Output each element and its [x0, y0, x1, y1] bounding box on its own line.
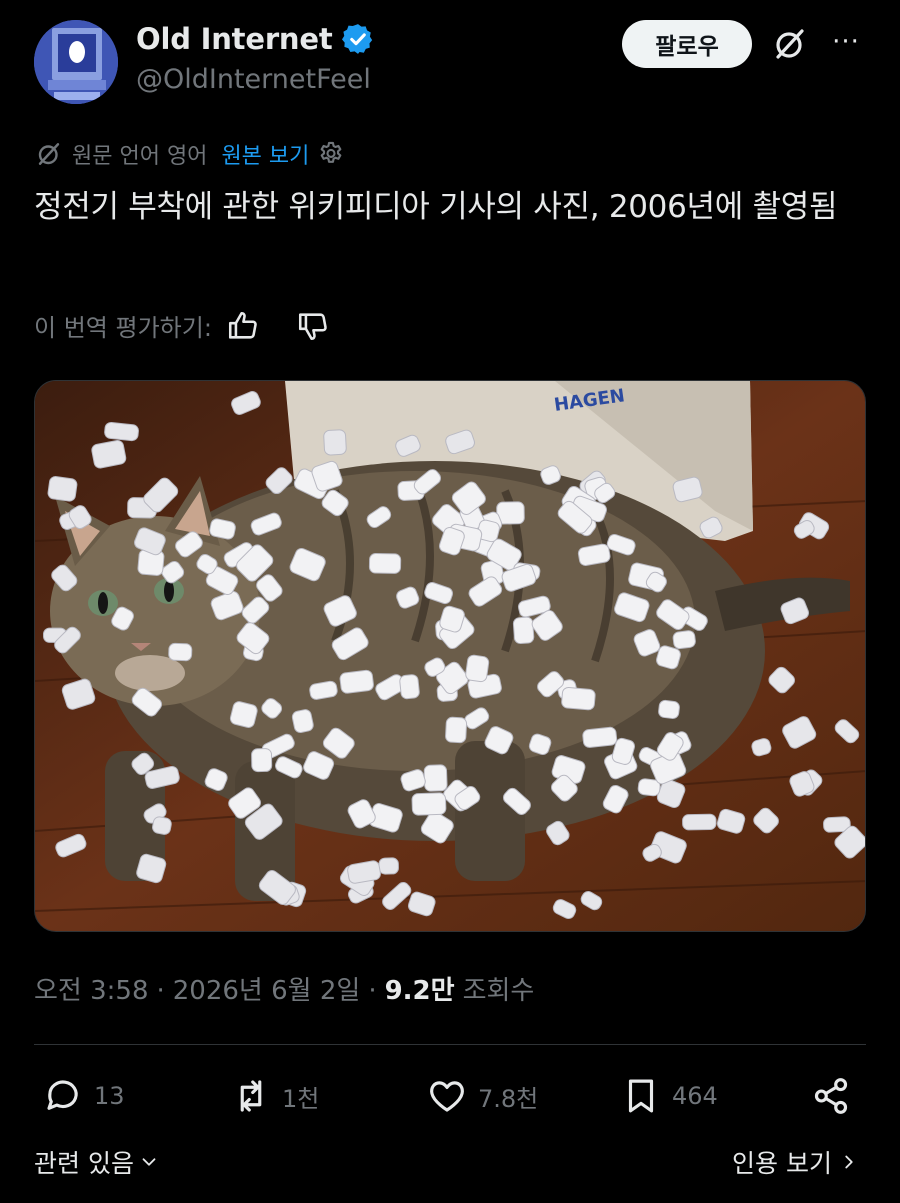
tweet-text: 정전기 부착에 관한 위키피디아 기사의 사진, 2006년에 촬영됨: [34, 189, 838, 225]
author-display-name[interactable]: Old Internet: [136, 22, 333, 56]
meta-separator: ·: [156, 976, 165, 1006]
rate-translation-row: 이 번역 평가하기:: [34, 308, 330, 343]
packing-peanut: [561, 687, 596, 711]
packing-peanut: [445, 716, 468, 744]
bookmark-icon: [628, 1079, 654, 1113]
packing-peanut: [339, 669, 374, 694]
author-name-row[interactable]: Old Internet: [136, 22, 375, 56]
author-handle[interactable]: @OldInternetFeel: [136, 64, 371, 95]
quotes-label: 인용 보기: [732, 1149, 832, 1178]
tweet-photo[interactable]: HAGEN: [34, 380, 866, 932]
packing-peanut: [399, 674, 420, 700]
packing-peanut: [411, 792, 447, 816]
like-count: 7.8천: [478, 1084, 539, 1113]
grok-button[interactable]: [770, 24, 810, 64]
packing-peanut: [465, 654, 490, 683]
packing-peanut: [423, 764, 448, 792]
repost-count: 1천: [282, 1084, 320, 1113]
verified-badge-icon: [341, 24, 372, 54]
related-toggle[interactable]: 관련 있음: [34, 1144, 160, 1180]
grok-translate-icon: [38, 143, 60, 165]
like-button[interactable]: 7.8천: [426, 1072, 538, 1120]
bookmark-button[interactable]: 464: [620, 1072, 718, 1120]
reply-count: 13: [94, 1082, 125, 1110]
reply-icon: [47, 1080, 78, 1110]
packing-peanut: [168, 642, 193, 662]
related-label: 관련 있음: [34, 1149, 134, 1178]
grok-icon: [776, 29, 804, 59]
thumbs-up-icon[interactable]: [226, 309, 260, 343]
tweet-time[interactable]: 오전 3:58: [34, 970, 149, 1007]
views-count: 9.2만: [384, 976, 455, 1006]
avatar[interactable]: [34, 20, 118, 104]
packing-peanut: [582, 726, 618, 748]
follow-button[interactable]: 팔로우: [622, 20, 752, 68]
packing-peanut: [251, 748, 273, 773]
rate-translation-label: 이 번역 평가하기:: [34, 314, 212, 342]
cat-with-packing-peanuts-photo: HAGEN: [35, 381, 865, 931]
heart-icon: [430, 1081, 464, 1112]
share-button[interactable]: [810, 1072, 852, 1120]
packing-peanut: [104, 421, 139, 442]
repost-button[interactable]: 1천: [230, 1072, 319, 1120]
views-label: 조회수: [462, 976, 535, 1006]
gear-icon[interactable]: [317, 140, 345, 168]
tweet-meta: 오전 3:58 · 2026년 6월 2일 · 9.2만 조회수: [34, 970, 534, 1007]
packing-peanut: [47, 476, 78, 502]
translation-note-row: 원문 언어 영어 원본 보기: [34, 138, 345, 170]
action-bar: 13 1천 7.8천 464: [34, 1072, 866, 1122]
packing-peanut: [378, 857, 399, 875]
packing-peanut: [323, 429, 347, 456]
tweet-date[interactable]: 2026년 6월 2일: [173, 970, 361, 1007]
packing-peanut: [682, 813, 717, 831]
packing-peanut: [672, 630, 696, 650]
reply-button[interactable]: 13: [42, 1072, 125, 1120]
packing-peanut: [368, 553, 402, 574]
chevron-down-icon: [142, 1158, 156, 1166]
divider: [34, 1044, 866, 1045]
packing-peanut: [658, 699, 680, 719]
retro-computer-avatar-icon: [34, 20, 118, 104]
tweet-detail-page: Old Internet @OldInternetFeel 팔로우 ··· 원문…: [0, 0, 900, 1203]
repost-icon: [240, 1080, 262, 1112]
show-original-link[interactable]: 원본 보기: [221, 138, 309, 170]
translation-source-note: 원문 언어 영어: [72, 144, 208, 169]
meta-separator: ·: [368, 976, 377, 1006]
share-icon: [814, 1078, 848, 1114]
thumbs-down-icon[interactable]: [296, 309, 330, 343]
more-options-button[interactable]: ···: [826, 24, 866, 64]
chevron-right-icon: [845, 1155, 853, 1169]
bookmark-count: 464: [672, 1082, 718, 1110]
packing-peanut: [512, 616, 535, 645]
view-quotes-link[interactable]: 인용 보기: [732, 1144, 860, 1180]
